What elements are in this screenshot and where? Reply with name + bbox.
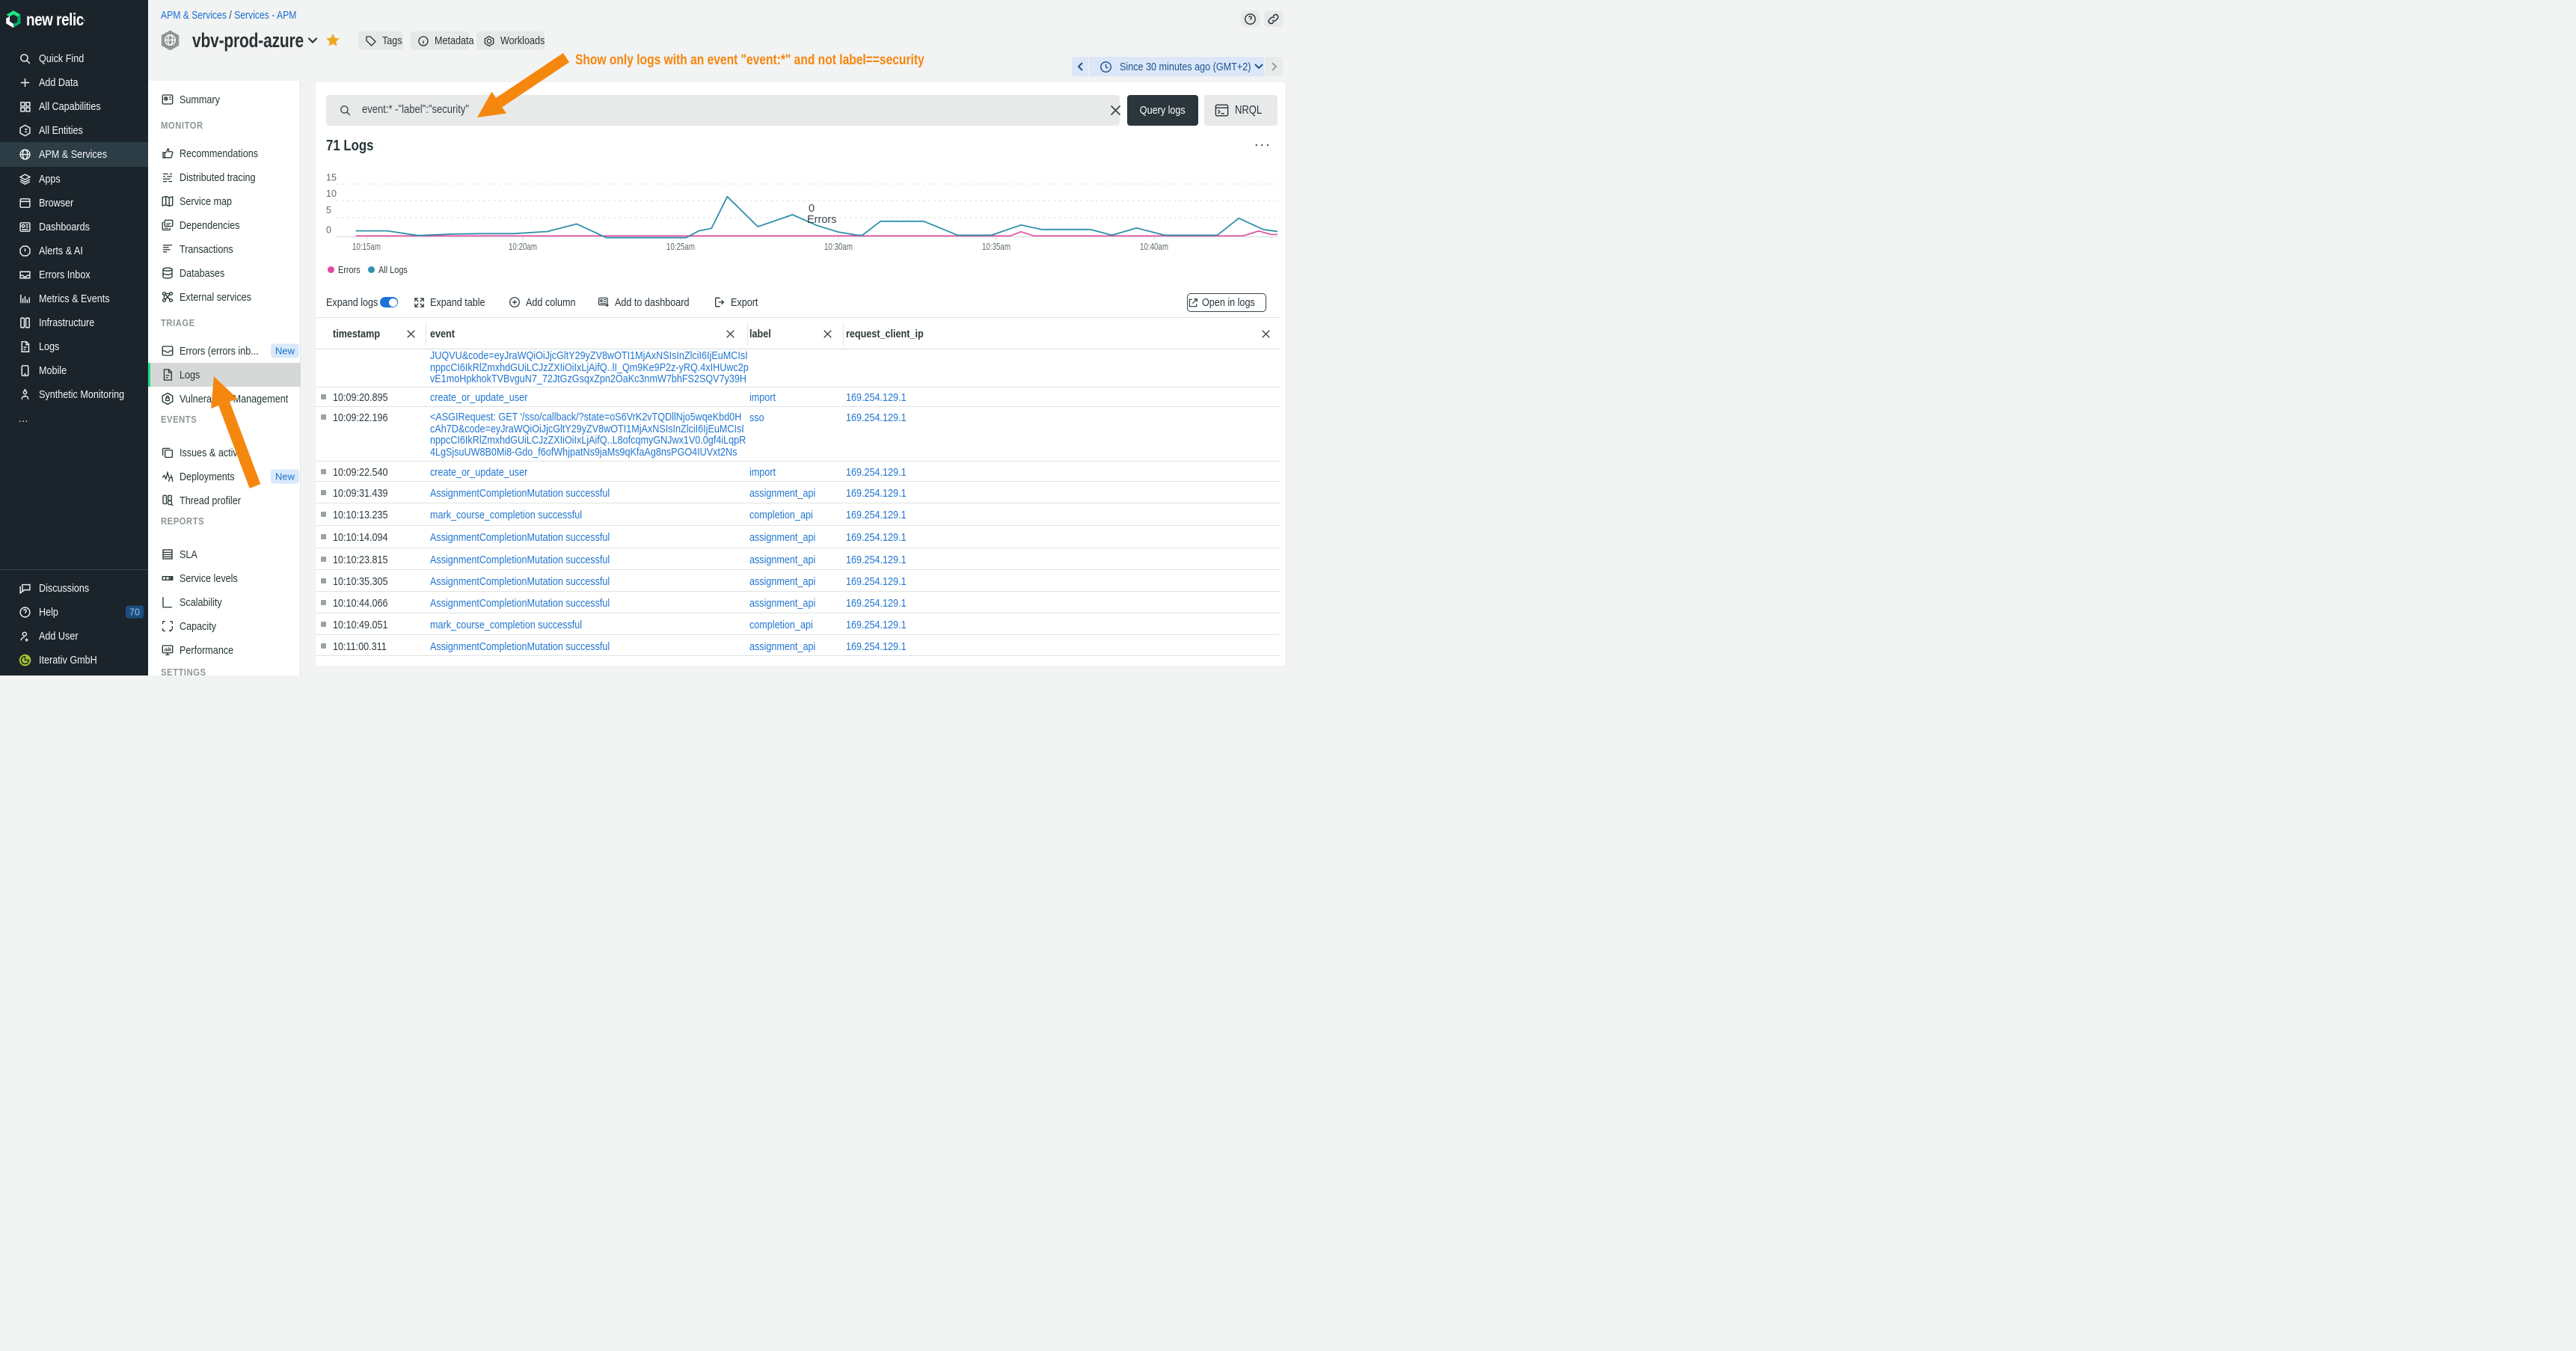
svg-text:10:40am: 10:40am <box>1140 242 1168 252</box>
svg-text:10:15am: 10:15am <box>352 242 381 252</box>
svg-text:10:20am: 10:20am <box>509 242 537 252</box>
svg-text:10:35am: 10:35am <box>982 242 1011 252</box>
svg-text:0: 0 <box>326 225 331 236</box>
svg-text:15: 15 <box>326 173 337 183</box>
svg-text:10: 10 <box>326 189 337 199</box>
svg-text:Errors: Errors <box>807 214 836 226</box>
svg-text:10:25am: 10:25am <box>666 242 695 252</box>
svg-text:10:30am: 10:30am <box>824 242 853 252</box>
svg-text:0: 0 <box>809 203 815 215</box>
svg-text:5: 5 <box>326 205 331 215</box>
